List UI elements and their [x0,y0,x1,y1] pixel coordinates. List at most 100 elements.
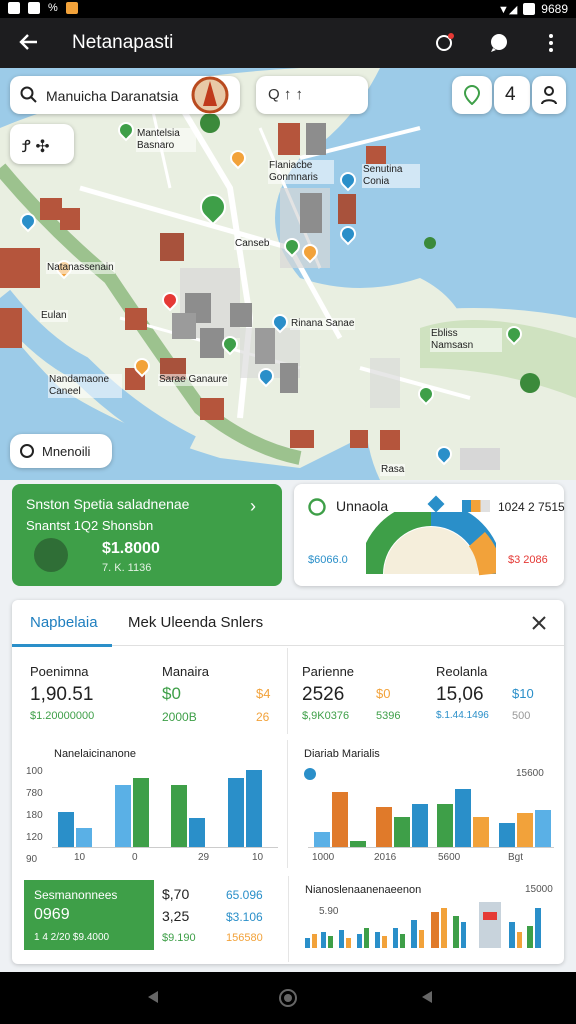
diamond-icon [427,495,445,513]
map-search-box[interactable]: Manuicha Daranatsia [10,76,240,114]
summary-card-title: Snston Spetia saladnenae [26,496,190,512]
map-filter-text: Q ↑ ↑ [268,86,304,103]
analytics-panel: Napbelaia Mek Uleenda Snlers Poenimna 1,… [12,600,564,964]
panel-tabs: Napbelaia Mek Uleenda Snlers [12,600,564,647]
summary-card-right[interactable]: Unnaola 1024 2 7515 $6066.0 $3 2086 [294,484,565,586]
summary-card-sub: Snantst 1Q2 Shonsbn [26,518,154,533]
notification-bell-icon[interactable] [432,31,458,57]
x-tick: 2016 [374,852,397,863]
chart-bar [473,816,489,847]
back-nav-icon[interactable] [146,990,160,1009]
app-title: Netanapasti [72,32,174,53]
map-label: Sarae Ganaure [158,374,229,386]
x-tick: 10 [252,852,264,863]
check-circle-icon [308,498,326,521]
x-tick: 29 [198,852,210,863]
chart-right-plot [308,786,554,848]
map-profile-button[interactable] [532,76,566,114]
back-arrow-icon[interactable] [16,31,42,57]
chart-right-xaxis: 1000 2016 5600 Bgt [308,852,554,866]
chevron-right-icon[interactable]: › [250,496,256,517]
mini-stat-b: 156580 [226,932,263,944]
x-tick: 1000 [312,852,335,863]
summary-right-value: 1024 2 7515 [498,500,565,514]
stat-accent: $10 [512,686,534,701]
stat-block: Poenimna 1,90.51 $1.20000000 Manaira $0 … [12,648,288,734]
map-label: Senutina Conia [362,164,420,188]
chart-bar [411,804,428,847]
stat-label: Reolanla [436,664,488,679]
map-label: Mantelsia Basnaro [136,128,196,152]
app-bar: Netanapasti [0,18,576,68]
signal-icon: ▼◢ [497,3,518,16]
compass-icon [190,76,230,121]
green-box-sub: 1 4 2/20 $9.4000 [34,932,110,943]
more-vert-icon[interactable] [538,31,564,57]
map-view[interactable]: Manuicha Daranatsia Q ↑ ↑ 4 Ꝭ ✣ Mantelsi… [0,68,576,480]
map-label: Rasa [380,464,406,476]
sim-icon [28,2,40,14]
stat-block: Parienne 2526 $,9K0376 $0 5396 Reolanla … [288,648,564,734]
chat-icon[interactable] [486,31,512,57]
y-tick: 90 [26,854,38,865]
chart-bar [393,816,410,847]
gauge-right-value: $3 2086 [508,554,548,566]
stat-accent: $4 [256,686,271,701]
chart-right: Diariab Marialis 15600 1000 2016 5600 Bg… [288,740,564,868]
map-label: Canseb [234,238,271,250]
map-chip[interactable]: Mnenoili [10,434,112,468]
stat-label: Poenimna [30,664,89,679]
home-nav-icon[interactable] [278,988,298,1013]
chart-bar [76,827,92,847]
chart-bar [227,777,244,847]
map-zoom-button[interactable]: 4 [494,76,530,114]
chart-left-yaxis: 100 780 180 120 90 [26,766,50,865]
y-tick: 120 [26,832,43,843]
summary-card-value: $1.8000 [102,540,160,557]
legend-dot-icon [304,768,316,780]
chart-bar [332,792,348,847]
status-time: 9689 [541,2,568,16]
stat-label: Parienne [302,664,355,679]
map-filter-box[interactable]: Q ↑ ↑ [256,76,368,114]
chart-bar [498,822,515,847]
tab-underline [12,644,112,647]
mini-stat-b: 65.096 [226,888,263,902]
stat-accent-sub: 5396 [376,710,401,722]
close-icon[interactable] [532,616,546,635]
summary-card-left[interactable]: Snston Spetia saladnenae › Snantst 1Q2 S… [12,484,282,586]
map-location-button[interactable] [452,76,492,114]
percent-icon: % [48,2,58,14]
stat-label: Manaira [162,664,209,679]
stat-value: 2526 [302,684,345,705]
y-tick: 100 [26,766,43,777]
map-search-text: Manuicha Daranatsia [46,88,179,104]
recents-nav-icon[interactable] [420,990,434,1009]
map-label: Ebliss Namsasn [430,328,502,352]
chart-bar [437,804,453,847]
chart-right-label: 15600 [516,768,544,779]
chart-bottom-right: Nianoslenaanenaeenon 5.90 15000 [288,876,564,962]
stat-value: 15,06 [436,684,484,705]
tab-active[interactable]: Napbelaia [30,614,98,631]
panel-title: Mek Uleenda Snlers [128,614,264,631]
chart-bar [189,817,205,847]
map-label: Eulan [40,310,68,322]
gauge-left-value: $6066.0 [308,554,348,566]
person-icon [540,85,558,110]
chart-right-title: Diariab Marialis [304,748,380,760]
chart-left-xaxis: 10 0 29 10 [52,852,278,866]
green-summary-box[interactable]: Sesmanonnees 0969 1 4 2/20 $9.4000 [24,880,154,950]
map-label: Nandamaone Caneel [48,374,122,398]
chart-bar [455,789,471,847]
chart-left-plot [52,770,278,848]
legend-swatch-icon [462,500,490,512]
map-tools-button[interactable]: Ꝭ ✣ [10,124,74,164]
battery-icon [523,3,536,15]
map-chip-text: Mnenoili [42,444,91,459]
chart-bar [245,770,262,847]
mini-bar-chart [305,902,541,948]
chart-left: Nanelaicinanone 100 780 180 120 90 10 0 … [12,740,288,868]
map-tools-text: Ꝭ ✣ [22,137,50,156]
x-tick: 5600 [438,852,461,863]
